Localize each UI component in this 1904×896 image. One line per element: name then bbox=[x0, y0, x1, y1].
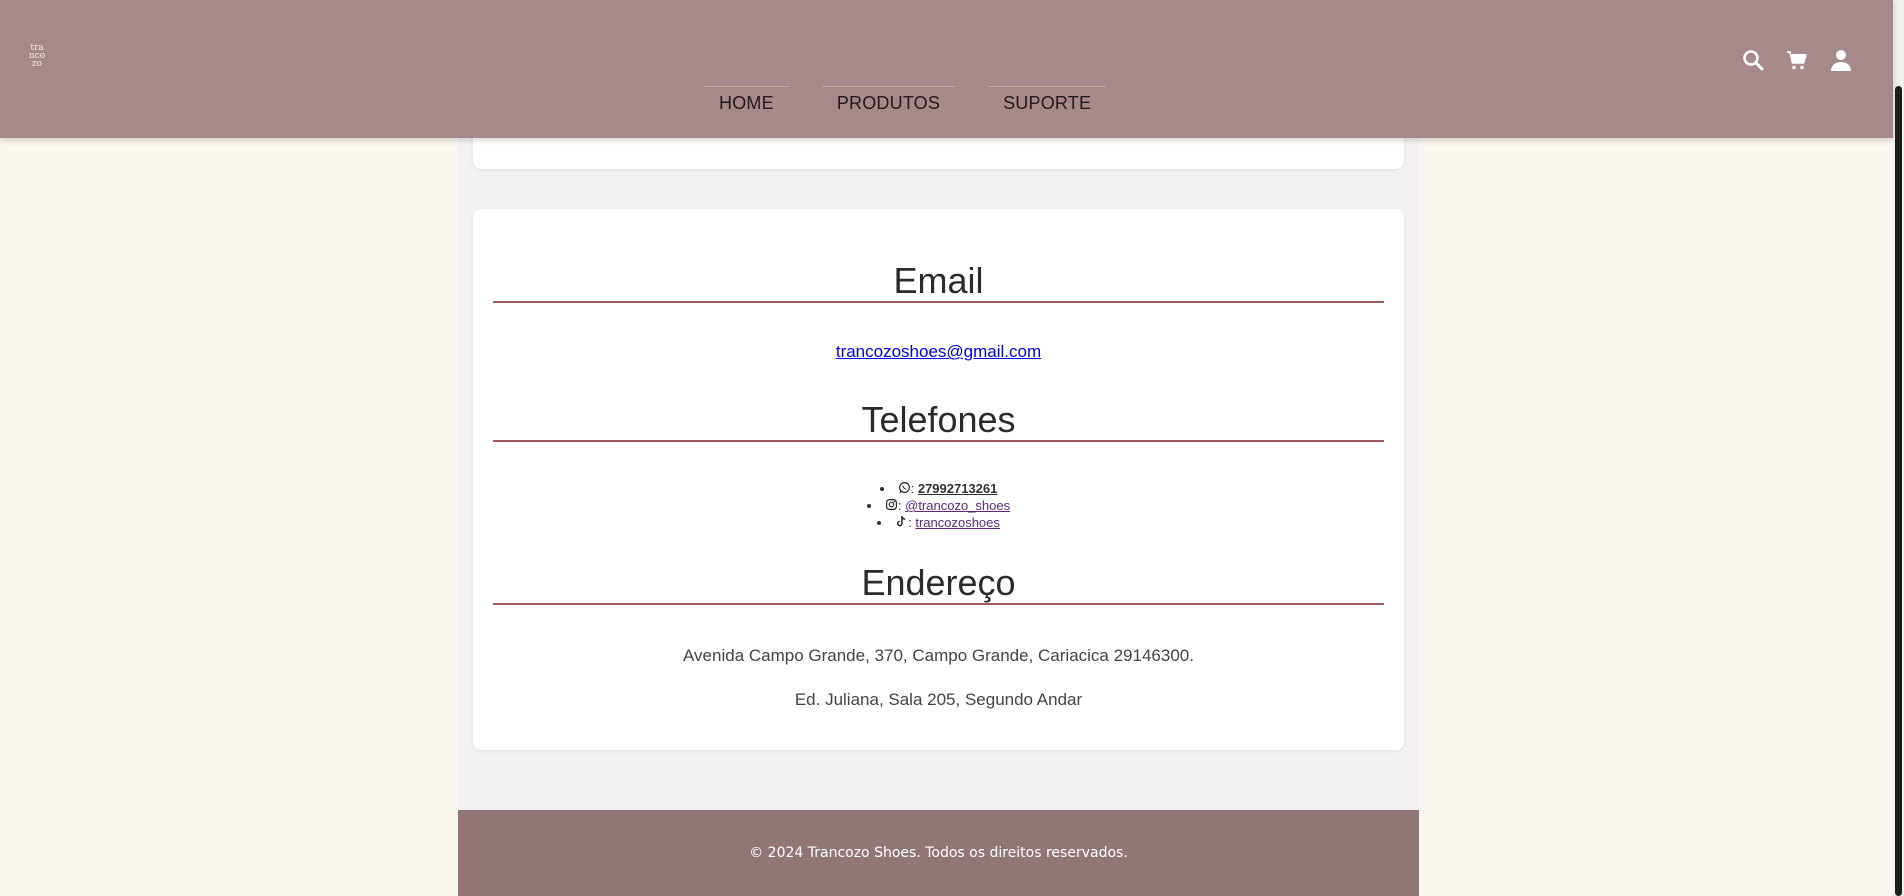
logo-line: zo bbox=[31, 59, 43, 69]
search-icon[interactable] bbox=[1741, 48, 1765, 72]
address-line: Avenida Campo Grande, 370, Campo Grande,… bbox=[683, 646, 1194, 665]
tiktok-link[interactable]: trancozoshoes bbox=[915, 515, 1000, 530]
scrollbar-thumb[interactable] bbox=[1895, 86, 1902, 896]
contact-card: Email trancozoshoes@gmail.com Telefones … bbox=[473, 209, 1404, 750]
copyright-text: © 2024 Trancozo Shoes. Todos os direitos… bbox=[749, 845, 1128, 861]
list-item: : 27992713261 bbox=[473, 480, 1404, 497]
nav-item-produtos[interactable]: PRODUTOS bbox=[821, 86, 956, 118]
site-footer: © 2024 Trancozo Shoes. Todos os direitos… bbox=[458, 810, 1419, 896]
email-link[interactable]: trancozoshoes@gmail.com bbox=[836, 342, 1041, 361]
instagram-link[interactable]: @trancozo_shoes bbox=[905, 498, 1010, 513]
instagram-icon bbox=[885, 499, 897, 510]
whatsapp-icon bbox=[898, 482, 910, 493]
header-actions bbox=[1741, 48, 1853, 72]
address-title: Endereço bbox=[493, 563, 1384, 605]
email-text: trancozoshoes@gmail.com bbox=[473, 342, 1404, 362]
list-item: : @trancozo_shoes bbox=[473, 497, 1404, 514]
logo[interactable]: tra nco zo bbox=[24, 44, 50, 70]
email-title: Email bbox=[493, 261, 1384, 303]
phones-title: Telefones bbox=[493, 400, 1384, 442]
address-line: Ed. Juliana, Sala 205, Segundo Andar bbox=[794, 690, 1083, 709]
nav-item-suporte[interactable]: SUPORTE bbox=[988, 86, 1107, 118]
phone-list: : 27992713261 : @trancozo_shoes : tranco… bbox=[473, 480, 1404, 531]
cart-icon[interactable] bbox=[1785, 48, 1809, 72]
user-icon[interactable] bbox=[1829, 48, 1853, 72]
whatsapp-link[interactable]: 27992713261 bbox=[918, 481, 998, 496]
nav-item-home[interactable]: HOME bbox=[704, 86, 789, 118]
tiktok-icon bbox=[897, 516, 906, 527]
scrollbar[interactable] bbox=[1893, 0, 1904, 896]
main-nav: HOME PRODUTOS SUPORTE bbox=[704, 86, 1107, 118]
site-header: tra nco zo HOME PRODUTOS SUPORTE bbox=[0, 0, 1893, 138]
phone-separator: : bbox=[910, 481, 918, 496]
list-item: : trancozoshoes bbox=[473, 514, 1404, 531]
